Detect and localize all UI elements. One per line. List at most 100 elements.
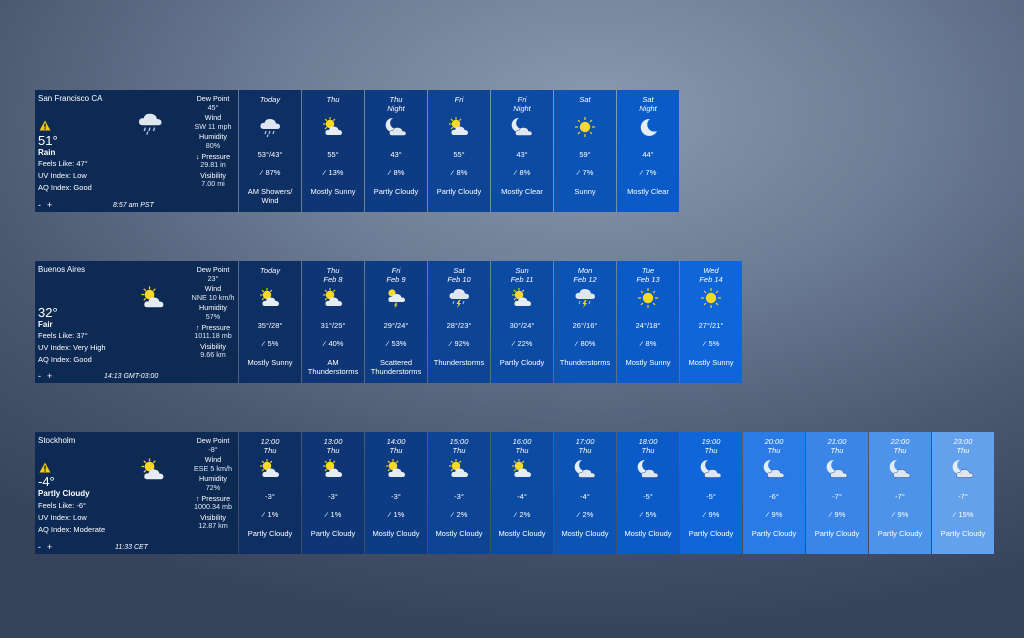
forecast-column[interactable]: Thu Feb 8 31°/25° /40% AM Thunderstorms	[302, 261, 364, 383]
forecast-column[interactable]: Sat 59° /7% Sunny	[554, 90, 616, 212]
forecast-column[interactable]: 14:00 Thu -3° /1% Mostly Cloudy	[365, 432, 427, 554]
forecast-column[interactable]: 21:00 Thu -7° /9% Partly Cloudy	[806, 432, 868, 554]
precipitation-chance: 2%	[456, 510, 468, 519]
weather-widget: San Francisco CA 51° Rain Feels Like: 47…	[35, 90, 679, 212]
precipitation: /53%	[365, 339, 427, 348]
forecast-temperature: 53°/43°	[257, 150, 283, 159]
sun-cloud-icon	[446, 116, 472, 138]
forecast-subperiod: Feb 8	[323, 275, 343, 284]
precipitation-chance: 2%	[519, 510, 531, 519]
forecast-column[interactable]: Thu Night 43° /8% Partly Cloudy	[365, 90, 427, 212]
current-conditions-panel[interactable]: Buenos Aires 32° Fair Feels Like: 37° UV …	[35, 261, 238, 383]
forecast-column[interactable]: Sat Feb 10 28°/23° /92% Thunderstorms	[428, 261, 490, 383]
forecast-temperature: 44°	[642, 150, 654, 159]
forecast-column[interactable]: 12:00 Thu -3° /1% Partly Cloudy	[239, 432, 301, 554]
raindrop-icon: /	[447, 340, 452, 349]
zoom-in-button[interactable]: +	[47, 542, 54, 552]
zoom-out-button[interactable]: -	[38, 200, 43, 210]
forecast-column[interactable]: Fri Night 43° /8% Mostly Clear	[491, 90, 553, 212]
visibility-value: 9.66 km	[200, 350, 226, 360]
current-conditions-panel[interactable]: San Francisco CA 51° Rain Feels Like: 47…	[35, 90, 238, 212]
raindrop-icon: /	[321, 169, 326, 178]
forecast-temperature: 30°/24°	[509, 321, 535, 330]
raindrop-icon: /	[260, 511, 265, 520]
precipitation-chance: 87%	[265, 168, 281, 177]
precipitation-chance: 9%	[708, 510, 720, 519]
forecast-subperiod: Feb 14	[699, 275, 723, 284]
zoom-in-button[interactable]: +	[47, 371, 54, 381]
zoom-out-button[interactable]: -	[38, 371, 43, 381]
sun-cloud-icon	[320, 458, 346, 480]
forecast-column[interactable]: Sat Night 44° /7% Mostly Clear	[617, 90, 679, 212]
forecast-period: Sat	[453, 266, 465, 275]
forecast-column[interactable]: 20:00 Thu -6° /9% Partly Cloudy	[743, 432, 805, 554]
current-condition: Rain	[38, 148, 56, 157]
forecast-temperature: -5°	[706, 492, 716, 501]
forecast-column[interactable]: Fri Feb 9 29°/24° /53% Scattered Thunder…	[365, 261, 427, 383]
forecast-period: Today	[259, 266, 281, 275]
forecast-column[interactable]: 16:00 Thu -4° /2% Mostly Cloudy	[491, 432, 553, 554]
forecast-period: Fri	[517, 95, 527, 104]
forecast-period: Tue	[641, 266, 655, 275]
forecast-description: Partly Cloudy	[373, 187, 419, 196]
precipitation-chance: 92%	[454, 339, 470, 348]
zoom-controls: - +	[38, 200, 58, 210]
forecast-period: 15:00	[449, 437, 469, 446]
forecast-description: Mostly Sunny	[310, 187, 356, 196]
forecast-column[interactable]: Wed Feb 14 27°/21° /5% Mostly Sunny	[680, 261, 742, 383]
pressure-value: 1011.18 mb	[194, 331, 232, 341]
forecast-column[interactable]: 23:00 Thu -7° /15% Partly Cloudy	[932, 432, 994, 554]
current-conditions-panel[interactable]: Stockholm -4° Partly Cloudy Feels Like: …	[35, 432, 238, 554]
forecast-column[interactable]: 17:00 Thu -4° /2% Mostly Cloudy	[554, 432, 616, 554]
forecast-description: Partly Cloudy	[247, 529, 293, 538]
forecast-column[interactable]: Tue Feb 13 24°/18° /8% Mostly Sunny	[617, 261, 679, 383]
raindrop-icon: /	[701, 340, 706, 349]
zoom-out-button[interactable]: -	[38, 542, 43, 552]
forecast-column[interactable]: Today 35°/28° /5% Mostly Sunny	[239, 261, 301, 383]
precipitation: /1%	[302, 510, 364, 519]
precipitation: /87%	[239, 168, 301, 177]
forecast-column[interactable]: Mon Feb 12 26°/16° /80% Thunderstorms	[554, 261, 616, 383]
forecast-column[interactable]: Fri 55° /8% Partly Cloudy	[428, 90, 490, 212]
precipitation: /40%	[302, 339, 364, 348]
moon-cloud-icon	[887, 458, 913, 480]
moon-cloud-icon	[635, 458, 661, 480]
forecast-period: Mon	[577, 266, 593, 275]
forecast-column[interactable]: 19:00 Thu -5° /9% Partly Cloudy	[680, 432, 742, 554]
precipitation-chance: 8%	[645, 339, 657, 348]
forecast-description: Mostly Cloudy	[498, 529, 546, 538]
forecast-column[interactable]: 18:00 Thu -5° /5% Mostly Cloudy	[617, 432, 679, 554]
raindrop-icon: /	[638, 169, 643, 178]
precipitation: /1%	[365, 510, 427, 519]
dew-point-value: 23°	[207, 273, 219, 283]
forecast-description: Partly Cloudy	[751, 529, 797, 538]
forecast-column[interactable]: 15:00 Thu -3° /2% Mostly Cloudy	[428, 432, 490, 554]
weather-alert-icon[interactable]	[39, 120, 51, 131]
forecast-temperature: 59°	[579, 150, 591, 159]
forecast-column[interactable]: 13:00 Thu -3° /1% Partly Cloudy	[302, 432, 364, 554]
forecast-temperature: -7°	[958, 492, 968, 501]
moon-cloud-icon	[824, 458, 850, 480]
zoom-in-button[interactable]: +	[47, 200, 54, 210]
forecast-column[interactable]: Sun Feb 11 30°/24° /22% Partly Cloudy	[491, 261, 553, 383]
sun-cloud-icon	[446, 458, 472, 480]
forecast-column[interactable]: 22:00 Thu -7° /9% Partly Cloudy	[869, 432, 931, 554]
weather-alert-icon[interactable]	[39, 462, 51, 473]
uv-index: UV Index: Low	[38, 171, 87, 180]
forecast-column[interactable]: Today 53°/43° /87% AM Showers/ Wind	[239, 90, 301, 212]
feels-like: Feels Like: 47°	[38, 159, 88, 168]
raindrop-icon: /	[386, 169, 391, 178]
wind-value: NNE 10 km/h	[191, 292, 235, 302]
wind-value: ESE 5 km/h	[194, 463, 232, 473]
sun-icon	[572, 116, 598, 138]
forecast-column[interactable]: Thu 55° /13% Mostly Sunny	[302, 90, 364, 212]
forecast-period: Sat	[579, 95, 591, 104]
pressure-value: 1000.34 mb	[194, 502, 232, 512]
forecast-temperature: -5°	[643, 492, 653, 501]
city-name: San Francisco CA	[38, 94, 103, 103]
precipitation: /92%	[428, 339, 490, 348]
forecast-temperature: 35°/28°	[257, 321, 283, 330]
precipitation: /8%	[491, 168, 553, 177]
precipitation-chance: 80%	[580, 339, 596, 348]
precipitation-chance: 53%	[391, 339, 407, 348]
